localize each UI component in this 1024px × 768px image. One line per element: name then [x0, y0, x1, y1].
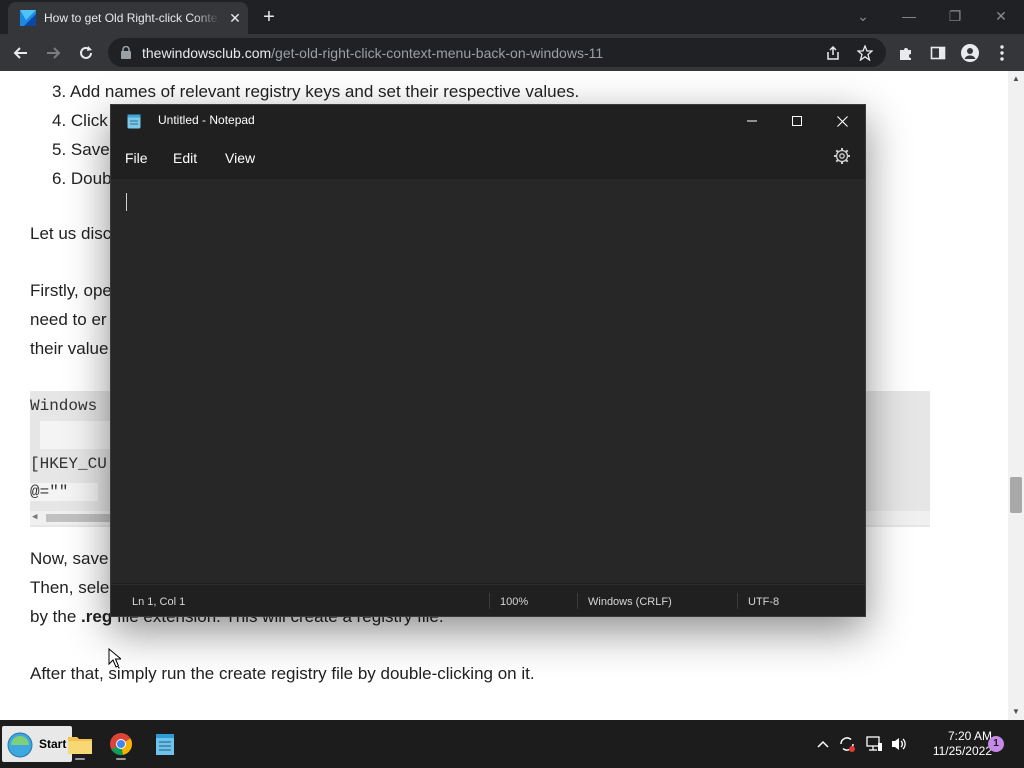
notepad-close-button[interactable]	[822, 109, 862, 133]
page-scroll-thumb[interactable]	[1010, 477, 1022, 513]
url-path: /get-old-right-click-context-menu-back-o…	[271, 45, 604, 61]
notification-badge[interactable]: 1	[988, 736, 1004, 752]
browser-close-button[interactable]: ✕	[986, 4, 1016, 28]
notepad-status-bar: Ln 1, Col 1 100% Windows (CRLF) UTF-8	[111, 584, 865, 616]
taskbar-notepad[interactable]	[149, 728, 181, 760]
notepad-icon	[156, 734, 174, 755]
volume-icon[interactable]	[889, 734, 909, 754]
settings-gear-icon[interactable]	[833, 147, 851, 165]
start-button[interactable]: Start	[2, 726, 72, 762]
browser-tab-strip: How to get Old Right-click Context Menu …	[0, 0, 1024, 34]
url-text: thewindowsclub.com/get-old-right-click-c…	[142, 45, 603, 61]
menu-view[interactable]: View	[225, 150, 255, 166]
status-cursor-position: Ln 1, Col 1	[132, 596, 186, 608]
notepad-minimize-button[interactable]	[732, 109, 772, 133]
address-bar[interactable]: thewindowsclub.com/get-old-right-click-c…	[108, 38, 886, 67]
scroll-up-arrow-icon[interactable]: ▲	[1011, 74, 1021, 83]
code-line: @=""	[30, 483, 99, 501]
reg-extension-text: .reg	[81, 607, 113, 626]
status-line-ending: Windows (CRLF)	[588, 596, 672, 608]
taskbar-file-explorer[interactable]	[64, 728, 96, 760]
browser-menu-kebab-icon[interactable]	[991, 42, 1013, 64]
windows-taskbar: Start 7:20 AM 11/25/2022 1	[0, 720, 1024, 768]
profile-avatar-icon[interactable]	[959, 42, 981, 64]
maximize-icon	[792, 116, 802, 126]
site-favicon-icon	[20, 10, 36, 26]
bookmark-star-icon[interactable]	[856, 44, 874, 62]
system-clock[interactable]: 7:20 AM 11/25/2022	[912, 729, 992, 759]
extensions-puzzle-icon[interactable]	[895, 42, 917, 64]
close-icon	[836, 115, 848, 127]
paragraph-after-that: After that, simply run the create regist…	[30, 664, 535, 683]
folder-icon	[68, 737, 92, 754]
start-orb-icon	[7, 732, 33, 758]
code-line: [HKEY_CU	[30, 455, 107, 473]
forward-arrow-icon	[47, 47, 61, 59]
taskbar-chrome[interactable]	[105, 728, 137, 760]
status-divider	[489, 593, 490, 609]
start-label: Start	[39, 737, 67, 751]
notepad-window: Untitled - Notepad File Edit View Ln 1, …	[110, 104, 866, 617]
forward-button[interactable]	[40, 40, 66, 66]
reload-icon	[80, 46, 92, 59]
network-icon[interactable]	[864, 734, 884, 754]
notepad-title: Untitled - Notepad	[158, 113, 255, 127]
list-item: 3. Add names of relevant registry keys a…	[52, 82, 580, 101]
notepad-titlebar[interactable]: Untitled - Notepad	[111, 105, 865, 137]
menu-edit[interactable]: Edit	[173, 150, 197, 166]
status-divider	[577, 593, 578, 609]
tab-search-icon[interactable]: ⌄	[848, 4, 878, 28]
running-indicator	[116, 758, 126, 760]
menu-file[interactable]: File	[125, 150, 148, 166]
scroll-down-arrow-icon[interactable]: ▼	[1011, 707, 1021, 716]
reload-button[interactable]	[73, 40, 99, 66]
status-divider	[737, 593, 738, 609]
text-span: by the	[30, 607, 82, 626]
share-icon[interactable]	[824, 44, 842, 62]
lock-icon	[121, 46, 131, 59]
clock-date: 11/25/2022	[932, 744, 992, 758]
back-arrow-icon	[13, 47, 27, 59]
status-zoom: 100%	[500, 596, 529, 608]
chrome-icon	[110, 733, 133, 756]
browser-toolbar: thewindowsclub.com/get-old-right-click-c…	[0, 34, 1024, 71]
browser-tab[interactable]: How to get Old Right-click Context Menu …	[8, 2, 248, 34]
tab-title: How to get Old Right-click Context Menu …	[44, 11, 220, 25]
side-panel-icon[interactable]	[927, 42, 949, 64]
text-caret	[126, 193, 127, 211]
running-indicator	[75, 758, 85, 760]
clock-time: 7:20 AM	[947, 729, 992, 743]
page-vertical-scrollbar[interactable]: ▲ ▼	[1008, 71, 1024, 720]
notepad-maximize-button[interactable]	[777, 109, 817, 133]
browser-minimize-button[interactable]: —	[894, 4, 924, 28]
new-tab-button[interactable]: +	[258, 6, 280, 28]
url-host: thewindowsclub.com	[142, 45, 272, 61]
code-line: Windows	[30, 397, 98, 415]
back-button[interactable]	[8, 40, 34, 66]
scroll-left-arrow-icon[interactable]: ◀	[32, 512, 37, 522]
sync-status-icon[interactable]	[837, 734, 857, 754]
notepad-text-area[interactable]	[111, 179, 865, 583]
browser-restore-button[interactable]: ❐	[940, 4, 970, 28]
status-encoding: UTF-8	[748, 596, 780, 608]
mouse-pointer-icon	[108, 648, 121, 668]
notepad-app-icon	[127, 114, 141, 129]
notepad-menubar: File Edit View	[111, 141, 865, 175]
tab-close-icon[interactable]: ✕	[226, 9, 244, 27]
minimize-icon	[747, 120, 757, 122]
show-hidden-icons-chevron-icon[interactable]	[813, 734, 833, 754]
